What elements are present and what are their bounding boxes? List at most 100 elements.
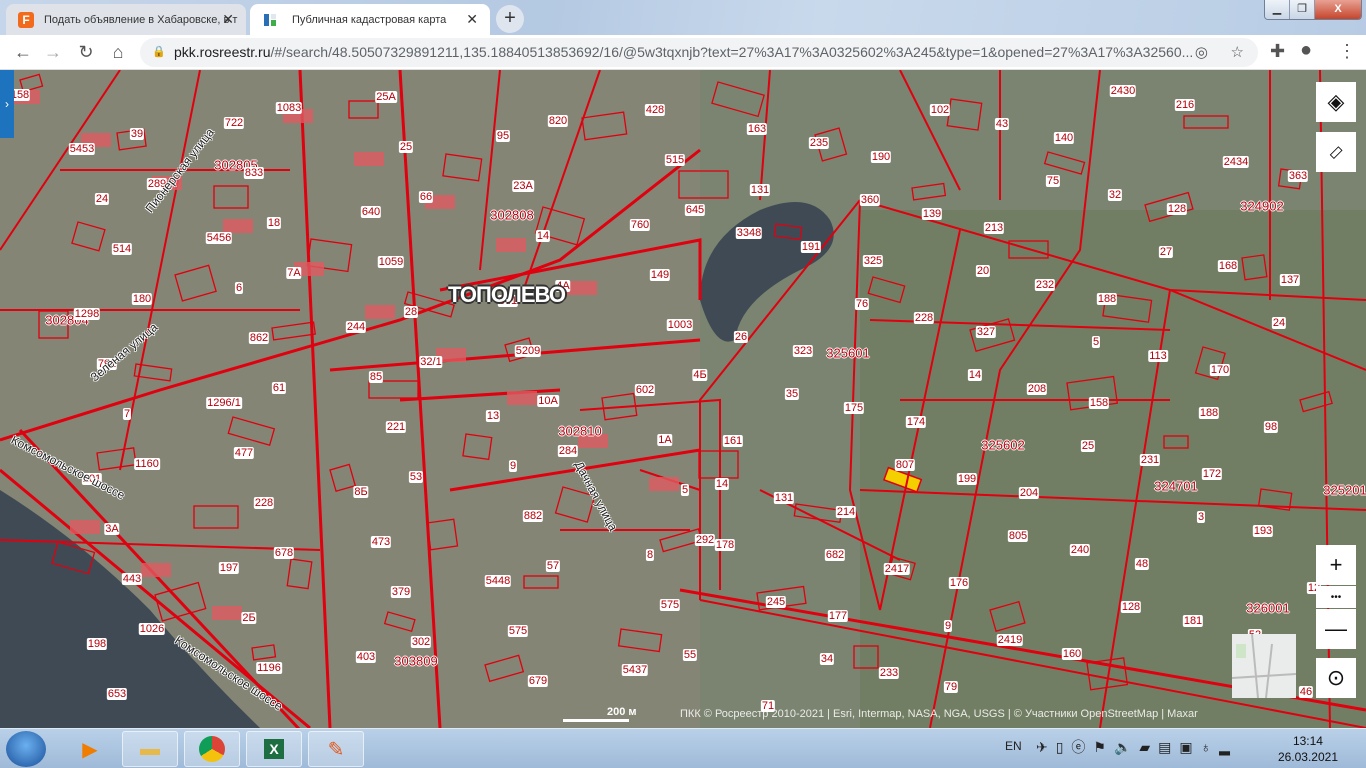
expand-sidebar-button[interactable]: › (0, 70, 14, 138)
parcel-number-label[interactable]: 6 (234, 282, 244, 294)
parcel-number-label[interactable]: 245 (765, 596, 787, 608)
parcel-number-label[interactable]: 160 (1061, 648, 1083, 660)
zoom-in-button[interactable]: + (1316, 545, 1356, 585)
parcel-number-label[interactable]: 327 (975, 326, 997, 338)
parcel-number-label[interactable]: 2430 (1109, 85, 1137, 97)
parcel-number-label[interactable]: 602 (634, 384, 656, 396)
parcel-number-label[interactable]: 199 (956, 473, 978, 485)
parcel-number-label[interactable]: 1А (657, 434, 673, 446)
parcel-number-label[interactable]: 26 (733, 331, 749, 343)
parcel-number-label[interactable]: 149 (649, 269, 671, 281)
parcel-number-label[interactable]: 5209 (514, 345, 542, 357)
parcel-number-label[interactable]: 233 (878, 667, 900, 679)
parcel-number-label[interactable]: 102 (929, 104, 951, 116)
zoom-out-button[interactable]: — (1316, 609, 1356, 649)
parcel-number-label[interactable]: 204 (1018, 487, 1040, 499)
excel-icon[interactable]: X (246, 731, 302, 767)
parcel-number-label[interactable]: 76 (854, 298, 870, 310)
parcel-number-label[interactable]: 113 (1148, 350, 1168, 362)
parcel-number-label[interactable]: 679 (527, 675, 549, 687)
address-bar[interactable]: 🔒 pkk.rosreestr.ru/#/search/48.505073298… (140, 38, 1258, 67)
parcel-number-label[interactable]: 1059 (377, 256, 405, 268)
parcel-number-label[interactable]: 8 (645, 549, 655, 561)
parcel-number-label[interactable]: 1298 (73, 308, 101, 320)
parcel-number-label[interactable]: 653 (106, 688, 128, 700)
parcel-number-label[interactable]: 174 (905, 416, 927, 428)
parcel-number-label[interactable]: 231 (1139, 454, 1161, 466)
parcel-number-label[interactable]: 1160 (134, 458, 160, 470)
measure-button[interactable]: ▭ (1316, 132, 1356, 172)
parcel-number-label[interactable]: 221 (385, 421, 407, 433)
parcel-number-label[interactable]: 325 (862, 255, 884, 267)
parcel-number-label[interactable]: 20 (975, 265, 991, 277)
cadastral-map[interactable]: 302805 302808 302804 302810 325601 325602 3247… (0, 70, 1366, 728)
parcel-number-label[interactable]: 292 (694, 534, 716, 546)
parcel-number-label[interactable]: 39 (129, 128, 145, 140)
parcel-number-label[interactable]: 177 (827, 610, 849, 622)
parcel-number-label[interactable]: 24 (94, 193, 110, 205)
parcel-number-label[interactable]: 137 (1279, 274, 1301, 286)
back-button[interactable]: ← (12, 42, 34, 63)
parcel-number-label[interactable]: 175 (843, 402, 865, 414)
clock[interactable]: 13:14 26.03.2021 (1278, 733, 1338, 765)
parcel-number-label[interactable]: 473 (370, 536, 392, 548)
parcel-number-label[interactable]: 645 (684, 204, 706, 216)
parcel-number-label[interactable]: 53 (408, 471, 424, 483)
parcel-number-label[interactable]: 805 (1007, 530, 1029, 542)
parcel-number-label[interactable]: 2Б (241, 612, 257, 624)
parcel-number-label[interactable]: 48 (1134, 558, 1150, 570)
parcel-number-label[interactable]: 760 (629, 219, 651, 231)
parcel-number-label[interactable]: 25 (398, 141, 414, 153)
parcel-number-label[interactable]: 128 (1166, 203, 1188, 215)
parcel-number-label[interactable]: 5448 (484, 575, 512, 587)
parcel-number-label[interactable]: 833 (243, 167, 265, 179)
parcel-number-label[interactable]: 198 (86, 638, 108, 650)
parcel-number-label[interactable]: 244 (345, 321, 367, 333)
parcel-number-label[interactable]: 302 (410, 636, 432, 648)
parcel-number-label[interactable]: 188 (1096, 293, 1118, 305)
parcel-number-label[interactable]: 323 (792, 345, 814, 357)
parcel-number-label[interactable]: 9 (943, 620, 953, 632)
parcel-number-label[interactable]: 158 (1088, 397, 1110, 409)
parcel-number-label[interactable]: 213 (983, 222, 1005, 234)
close-tab-icon[interactable]: ✕ (466, 11, 478, 28)
compass-button[interactable]: ⊙ (1316, 658, 1356, 698)
profile-avatar-icon[interactable]: ● (1300, 39, 1312, 62)
parcel-number-label[interactable]: 1083 (275, 102, 303, 114)
parcel-number-label[interactable]: 180 (131, 293, 153, 305)
parcel-number-label[interactable]: 27 (1158, 246, 1174, 258)
parcel-number-label[interactable]: 360 (859, 194, 881, 206)
parcel-number-label[interactable]: 1003 (666, 319, 694, 331)
tab-cadastral-map[interactable]: Публичная кадастровая карта ✕ (250, 4, 490, 35)
parcel-number-label[interactable]: 140 (1053, 132, 1075, 144)
parcel-number-label[interactable]: 98 (1263, 421, 1279, 433)
parcel-number-label[interactable]: 682 (824, 549, 846, 561)
paint-icon[interactable]: ✎ (308, 731, 364, 767)
parcel-number-label[interactable]: 23А (512, 180, 534, 192)
parcel-number-label[interactable]: 820 (547, 115, 569, 127)
parcel-number-label[interactable]: 32/1 (419, 356, 443, 368)
explorer-icon[interactable]: ▬ (122, 731, 178, 767)
parcel-number-label[interactable]: 14 (535, 230, 551, 242)
parcel-number-label[interactable]: 170 (1209, 364, 1231, 376)
parcel-number-label[interactable]: 722 (223, 117, 245, 129)
tab-avito[interactable]: F Подать объявление в Хабаровске, в т ✕ (6, 4, 246, 35)
parcel-number-label[interactable]: 575 (507, 625, 529, 637)
bookmark-star-icon[interactable]: ☆ (1231, 38, 1244, 67)
chrome-icon[interactable] (184, 731, 240, 767)
tracking-eye-off-icon[interactable]: ◎ (1195, 38, 1208, 67)
parcel-number-label[interactable]: 14 (714, 478, 730, 490)
parcel-number-label[interactable]: 2419 (996, 634, 1024, 646)
parcel-number-label[interactable]: 168 (1217, 260, 1239, 272)
parcel-number-label[interactable]: 163 (746, 123, 768, 135)
parcel-number-label[interactable]: 515 (664, 154, 686, 166)
parcel-number-label[interactable]: 43 (994, 118, 1010, 130)
parcel-number-label[interactable]: 13 (485, 410, 501, 422)
parcel-number-label[interactable]: 228 (253, 497, 275, 509)
parcel-number-label[interactable]: 24 (1271, 317, 1287, 329)
parcel-number-label[interactable]: 514 (111, 243, 133, 255)
parcel-number-label[interactable]: 128 (1120, 601, 1142, 613)
parcel-number-label[interactable]: 284 (557, 445, 579, 457)
minimap[interactable] (1232, 634, 1296, 698)
tray-icons[interactable]: ✈▯ⓔ⚑🔈▰▤▣♁▂ (1036, 737, 1238, 757)
